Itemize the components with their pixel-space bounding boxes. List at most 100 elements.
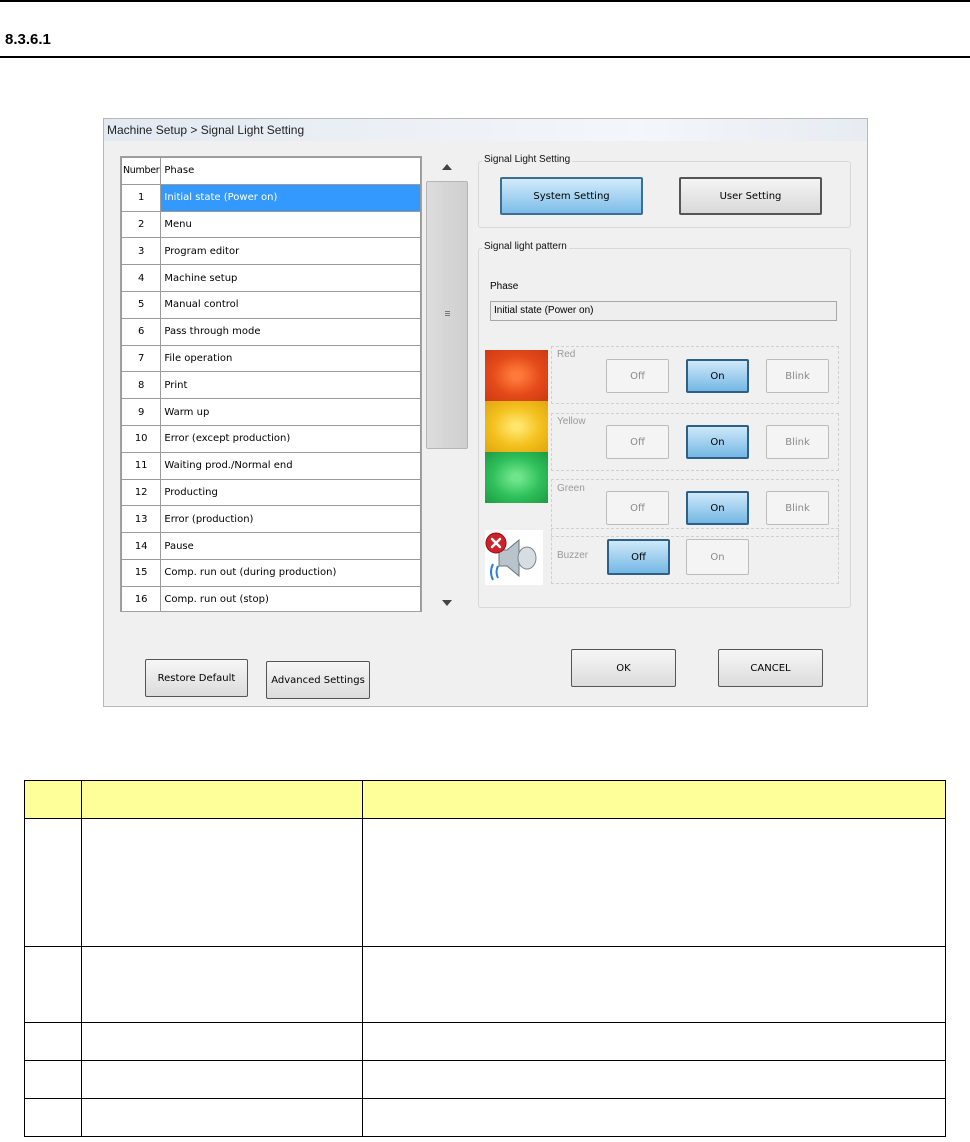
- green-lamp-icon: [485, 452, 548, 503]
- column-header-number[interactable]: Number: [121, 157, 162, 185]
- spec-header-description: [362, 780, 946, 819]
- phase-row[interactable]: 15 Comp. run out (during production): [121, 558, 421, 587]
- scroll-up-icon[interactable]: [442, 164, 452, 170]
- phase-number: 8: [121, 371, 162, 400]
- phase-number: 12: [121, 478, 162, 507]
- yellow-label: Yellow: [557, 416, 586, 427]
- spec-table: [24, 780, 946, 1137]
- phase-name: Menu: [160, 210, 421, 239]
- phase-name: Comp. run out (during production): [160, 558, 421, 587]
- yellow-off-button[interactable]: Off: [606, 425, 669, 459]
- restore-default-button[interactable]: Restore Default: [145, 659, 248, 697]
- phase-row[interactable]: 1 Initial state (Power on): [121, 183, 421, 212]
- cancel-button[interactable]: CANCEL: [718, 649, 823, 687]
- phase-row[interactable]: 12 Producting: [121, 478, 421, 507]
- phase-number: 15: [121, 558, 162, 587]
- phase-row[interactable]: 3 Program editor: [121, 237, 421, 266]
- buzzer-label: Buzzer: [557, 550, 589, 561]
- column-header-phase[interactable]: Phase: [160, 157, 421, 185]
- phase-name: Pause: [160, 532, 421, 560]
- red-lamp-icon: [485, 350, 548, 401]
- grip-icon: [445, 311, 450, 316]
- phase-row[interactable]: 4 Machine setup: [121, 264, 421, 292]
- buzzer-speaker-icon: [485, 530, 543, 585]
- green-label: Green: [557, 483, 585, 494]
- section-number: 8.3.6.1: [5, 31, 51, 48]
- spec-header-no: [24, 780, 82, 819]
- phase-row[interactable]: 13 Error (production): [121, 505, 421, 534]
- green-blink-button[interactable]: Blink: [766, 491, 829, 525]
- phase-number: 7: [121, 344, 162, 373]
- phase-number: 11: [121, 451, 162, 480]
- phase-number: 10: [121, 424, 162, 453]
- phase-row[interactable]: 10 Error (except production): [121, 424, 421, 453]
- scroll-down-icon[interactable]: [442, 600, 452, 606]
- red-blink-button[interactable]: Blink: [766, 359, 829, 393]
- top-rule: [0, 0, 970, 2]
- system-setting-button[interactable]: System Setting: [500, 177, 643, 215]
- phase-row[interactable]: 8 Print: [121, 371, 421, 400]
- phase-name: Error (production): [160, 505, 421, 534]
- phase-name: Comp. run out (stop): [160, 585, 421, 611]
- ok-button[interactable]: OK: [571, 649, 676, 687]
- phase-name: Warm up: [160, 398, 421, 426]
- yellow-blink-button[interactable]: Blink: [766, 425, 829, 459]
- spec-row: [24, 946, 946, 1023]
- phase-number: 1: [121, 183, 162, 212]
- phase-number: 4: [121, 264, 162, 292]
- phase-name: Pass through mode: [160, 317, 421, 346]
- spec-row: [24, 1098, 946, 1137]
- scroll-thumb[interactable]: [426, 181, 468, 449]
- dialog-title: Machine Setup > Signal Light Setting: [104, 119, 867, 141]
- buzzer-off-button[interactable]: Off: [607, 539, 670, 575]
- phase-number: 14: [121, 532, 162, 560]
- phase-row[interactable]: 16 Comp. run out (stop): [121, 585, 421, 611]
- phase-number: 9: [121, 398, 162, 426]
- phase-row[interactable]: 7 File operation: [121, 344, 421, 373]
- phase-number: 16: [121, 585, 162, 611]
- green-off-button[interactable]: Off: [606, 491, 669, 525]
- phase-number: 6: [121, 317, 162, 346]
- phase-name: File operation: [160, 344, 421, 373]
- phase-row[interactable]: 9 Warm up: [121, 398, 421, 426]
- phase-value-field: Initial state (Power on): [490, 301, 837, 321]
- yellow-on-button[interactable]: On: [686, 425, 749, 459]
- signal-light-setting-label: Signal Light Setting: [482, 154, 573, 165]
- green-on-button[interactable]: On: [686, 491, 749, 525]
- phase-table: Number Phase 1 Initial state (Power on) 2 M…: [120, 156, 422, 612]
- phase-name: Print: [160, 371, 421, 400]
- red-label: Red: [557, 349, 576, 360]
- signal-light-pattern-label: Signal light pattern: [482, 241, 569, 252]
- phase-name: Manual control: [160, 290, 421, 319]
- phase-caption: Phase: [490, 281, 519, 292]
- phase-row[interactable]: 5 Manual control: [121, 290, 421, 319]
- phase-name: Program editor: [160, 237, 421, 266]
- spec-header-item: [81, 780, 363, 819]
- phase-number: 3: [121, 237, 162, 266]
- spec-row: [24, 1060, 946, 1099]
- section-rule: [0, 56, 970, 58]
- user-setting-button[interactable]: User Setting: [679, 177, 822, 215]
- red-off-button[interactable]: Off: [606, 359, 669, 393]
- phase-number: 5: [121, 290, 162, 319]
- phase-name: Waiting prod./Normal end: [160, 451, 421, 480]
- spec-row: [24, 818, 946, 947]
- phase-row[interactable]: 6 Pass through mode: [121, 317, 421, 346]
- red-on-button[interactable]: On: [686, 359, 749, 393]
- buzzer-on-button[interactable]: On: [686, 539, 749, 575]
- phase-number: 2: [121, 210, 162, 239]
- dialog-client: Number Phase 1 Initial state (Power on) 2 M…: [104, 141, 867, 706]
- signal-light-setting-dialog: Machine Setup > Signal Light Setting Num…: [103, 118, 868, 707]
- phase-row[interactable]: 2 Menu: [121, 210, 421, 239]
- phase-number: 13: [121, 505, 162, 534]
- phase-name: Initial state (Power on): [160, 183, 421, 212]
- table-scrollbar[interactable]: [426, 156, 468, 612]
- advanced-settings-button[interactable]: Advanced Settings: [266, 661, 370, 699]
- phase-name: Machine setup: [160, 264, 421, 292]
- spec-row: [24, 1022, 946, 1061]
- phase-row[interactable]: 11 Waiting prod./Normal end: [121, 451, 421, 480]
- phase-name: Error (except production): [160, 424, 421, 453]
- yellow-lamp-icon: [485, 401, 548, 452]
- phase-row[interactable]: 14 Pause: [121, 532, 421, 560]
- phase-name: Producting: [160, 478, 421, 507]
